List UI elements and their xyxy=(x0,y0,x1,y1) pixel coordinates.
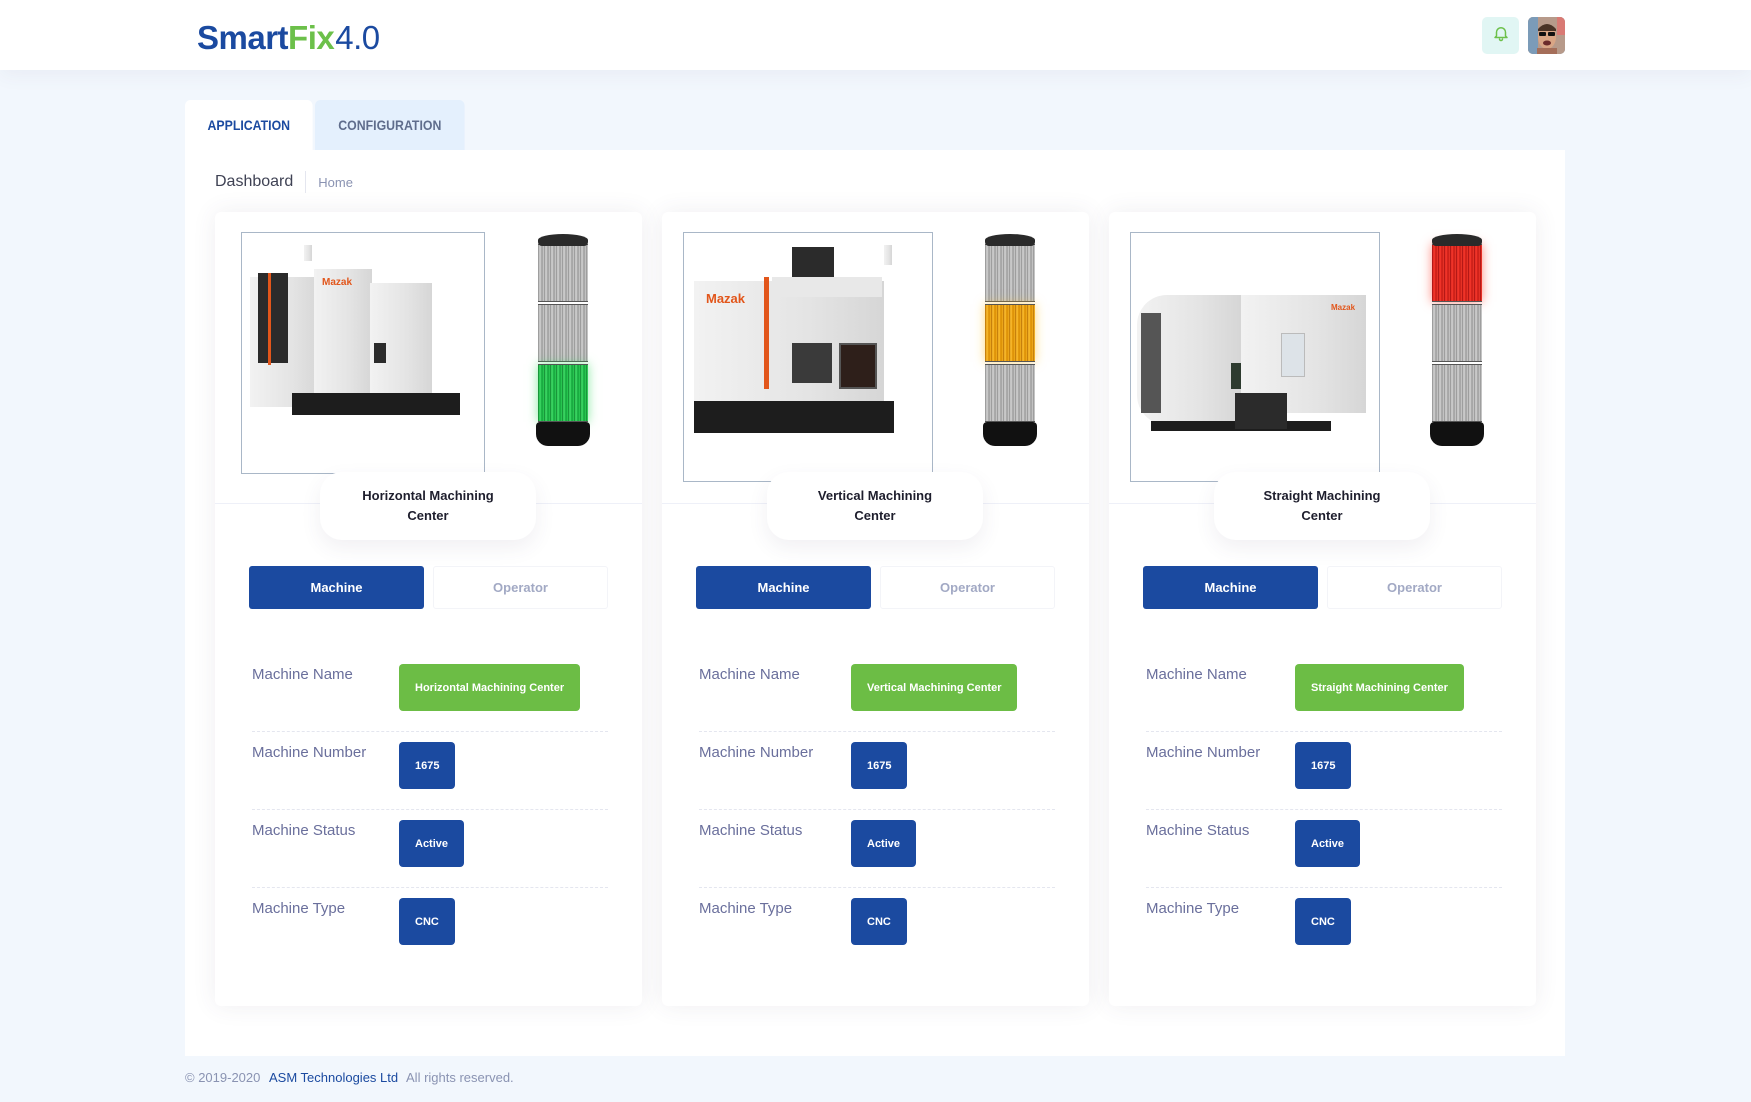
machine-title: Straight Machining Center xyxy=(1214,472,1430,540)
footer-rights: All rights reserved. xyxy=(406,1070,514,1085)
tower-light-green-segment xyxy=(538,364,588,422)
tower-light-base xyxy=(536,422,590,446)
tower-light-cap xyxy=(538,234,588,246)
machine-tab-button[interactable]: Machine xyxy=(696,566,871,609)
logo-smart: Smart xyxy=(197,19,289,56)
machine-title: Horizontal Machining Center xyxy=(320,472,536,540)
info-label: Machine Status xyxy=(252,822,356,839)
info-row-machine-status: Machine Status Active xyxy=(1146,810,1502,888)
info-row-machine-status: Machine Status Active xyxy=(252,810,608,888)
info-row-machine-number: Machine Number 1675 xyxy=(699,732,1055,810)
machine-operator-toggle: Machine Operator xyxy=(696,566,1055,609)
breadcrumb-home-link[interactable]: Home xyxy=(318,175,353,190)
smartfix-logo[interactable]: SmartFix4.0 xyxy=(197,18,380,58)
logo-version: 4.0 xyxy=(335,19,380,56)
tower-light xyxy=(536,234,590,446)
info-label: Machine Type xyxy=(252,900,346,917)
machine-type-badge: CNC xyxy=(399,898,455,945)
machine-image: Mazak xyxy=(1130,232,1380,482)
machine-title: Vertical Machining Center xyxy=(767,472,983,540)
info-row-machine-name: Machine Name Vertical Machining Center xyxy=(699,654,1055,732)
machine-image: Mazak xyxy=(683,232,933,482)
machine-number-badge: 1675 xyxy=(399,742,456,789)
machine-operator-toggle: Machine Operator xyxy=(249,566,608,609)
tower-light-amber-segment xyxy=(985,304,1035,362)
breadcrumb-divider xyxy=(305,171,307,193)
info-label: Machine Name xyxy=(699,666,800,683)
info-label: Machine Number xyxy=(699,744,814,761)
footer-copyright: © 2019-2020 xyxy=(185,1070,261,1085)
tower-light-red-segment xyxy=(1432,244,1482,302)
tower-light-cap xyxy=(1432,234,1482,246)
machine-name-badge: Horizontal Machining Center xyxy=(399,664,581,711)
info-row-machine-status: Machine Status Active xyxy=(699,810,1055,888)
tab-application[interactable]: APPLICATION xyxy=(185,100,313,150)
info-row-machine-number: Machine Number 1675 xyxy=(252,732,608,810)
logo-fix: Fix xyxy=(288,19,335,56)
tower-light-red-segment xyxy=(985,244,1035,302)
tower-light xyxy=(1430,234,1484,446)
info-row-machine-name: Machine Name Horizontal Machining Center xyxy=(252,654,608,732)
user-avatar[interactable] xyxy=(1528,17,1565,54)
tab-configuration[interactable]: CONFIGURATION xyxy=(315,100,465,150)
machine-card-header: Mazak xyxy=(662,212,1089,504)
machine-type-badge: CNC xyxy=(1295,898,1351,945)
machine-name-badge: Vertical Machining Center xyxy=(851,664,1018,711)
tower-light-green-segment xyxy=(985,364,1035,422)
bell-icon xyxy=(1492,24,1510,47)
info-label: Machine Type xyxy=(1146,900,1240,917)
machine-card: Mazak Horizontal Machining Center Machin… xyxy=(215,212,642,1006)
notifications-button[interactable] xyxy=(1482,17,1519,54)
info-label: Machine Number xyxy=(252,744,367,761)
tower-light-cap xyxy=(985,234,1035,246)
tower-light-amber-segment xyxy=(1432,304,1482,362)
machine-info-list: Machine Name Vertical Machining Center M… xyxy=(699,654,1055,966)
machine-card-header: Mazak xyxy=(1109,212,1536,504)
info-label: Machine Type xyxy=(699,900,793,917)
tower-light-base xyxy=(1430,422,1484,446)
info-label: Machine Number xyxy=(1146,744,1261,761)
machine-type-badge: CNC xyxy=(851,898,907,945)
machine-tab-button[interactable]: Machine xyxy=(249,566,424,609)
tower-light xyxy=(983,234,1037,446)
info-label: Machine Name xyxy=(1146,666,1247,683)
tower-light-red-segment xyxy=(538,244,588,302)
info-label: Machine Name xyxy=(252,666,353,683)
info-row-machine-type: Machine Type CNC xyxy=(1146,888,1502,966)
footer: © 2019-2020 ASM Technologies Ltd All rig… xyxy=(185,1070,514,1085)
page-title: Dashboard xyxy=(215,173,294,190)
info-label: Machine Status xyxy=(699,822,803,839)
machine-info-list: Machine Name Horizontal Machining Center… xyxy=(252,654,608,966)
operator-tab-button[interactable]: Operator xyxy=(1327,566,1502,609)
machine-card: Mazak Straight Machining Center Machine … xyxy=(1109,212,1536,1006)
machine-number-badge: 1675 xyxy=(1295,742,1352,789)
dashboard-panel: Dashboard Home Mazak Horizontal Machinin… xyxy=(185,150,1565,1056)
breadcrumb: Dashboard Home xyxy=(215,170,353,194)
machine-card-header: Mazak xyxy=(215,212,642,504)
info-row-machine-name: Machine Name Straight Machining Center xyxy=(1146,654,1502,732)
machine-info-list: Machine Name Straight Machining Center M… xyxy=(1146,654,1502,966)
operator-tab-button[interactable]: Operator xyxy=(880,566,1055,609)
top-header: SmartFix4.0 xyxy=(0,0,1751,70)
info-row-machine-type: Machine Type CNC xyxy=(699,888,1055,966)
operator-tab-button[interactable]: Operator xyxy=(433,566,608,609)
footer-company-link[interactable]: ASM Technologies Ltd xyxy=(269,1070,398,1085)
info-label: Machine Status xyxy=(1146,822,1250,839)
tower-light-amber-segment xyxy=(538,304,588,362)
machine-operator-toggle: Machine Operator xyxy=(1143,566,1502,609)
machine-card: Mazak Vertical Machining Center Machine … xyxy=(662,212,1089,1006)
machine-name-badge: Straight Machining Center xyxy=(1295,664,1464,711)
machine-tab-button[interactable]: Machine xyxy=(1143,566,1318,609)
tower-light-green-segment xyxy=(1432,364,1482,422)
machine-status-badge: Active xyxy=(399,820,465,867)
machine-status-badge: Active xyxy=(851,820,917,867)
info-row-machine-number: Machine Number 1675 xyxy=(1146,732,1502,810)
info-row-machine-type: Machine Type CNC xyxy=(252,888,608,966)
tower-light-base xyxy=(983,422,1037,446)
machine-image: Mazak xyxy=(241,232,485,474)
machine-status-badge: Active xyxy=(1295,820,1361,867)
machine-number-badge: 1675 xyxy=(851,742,908,789)
